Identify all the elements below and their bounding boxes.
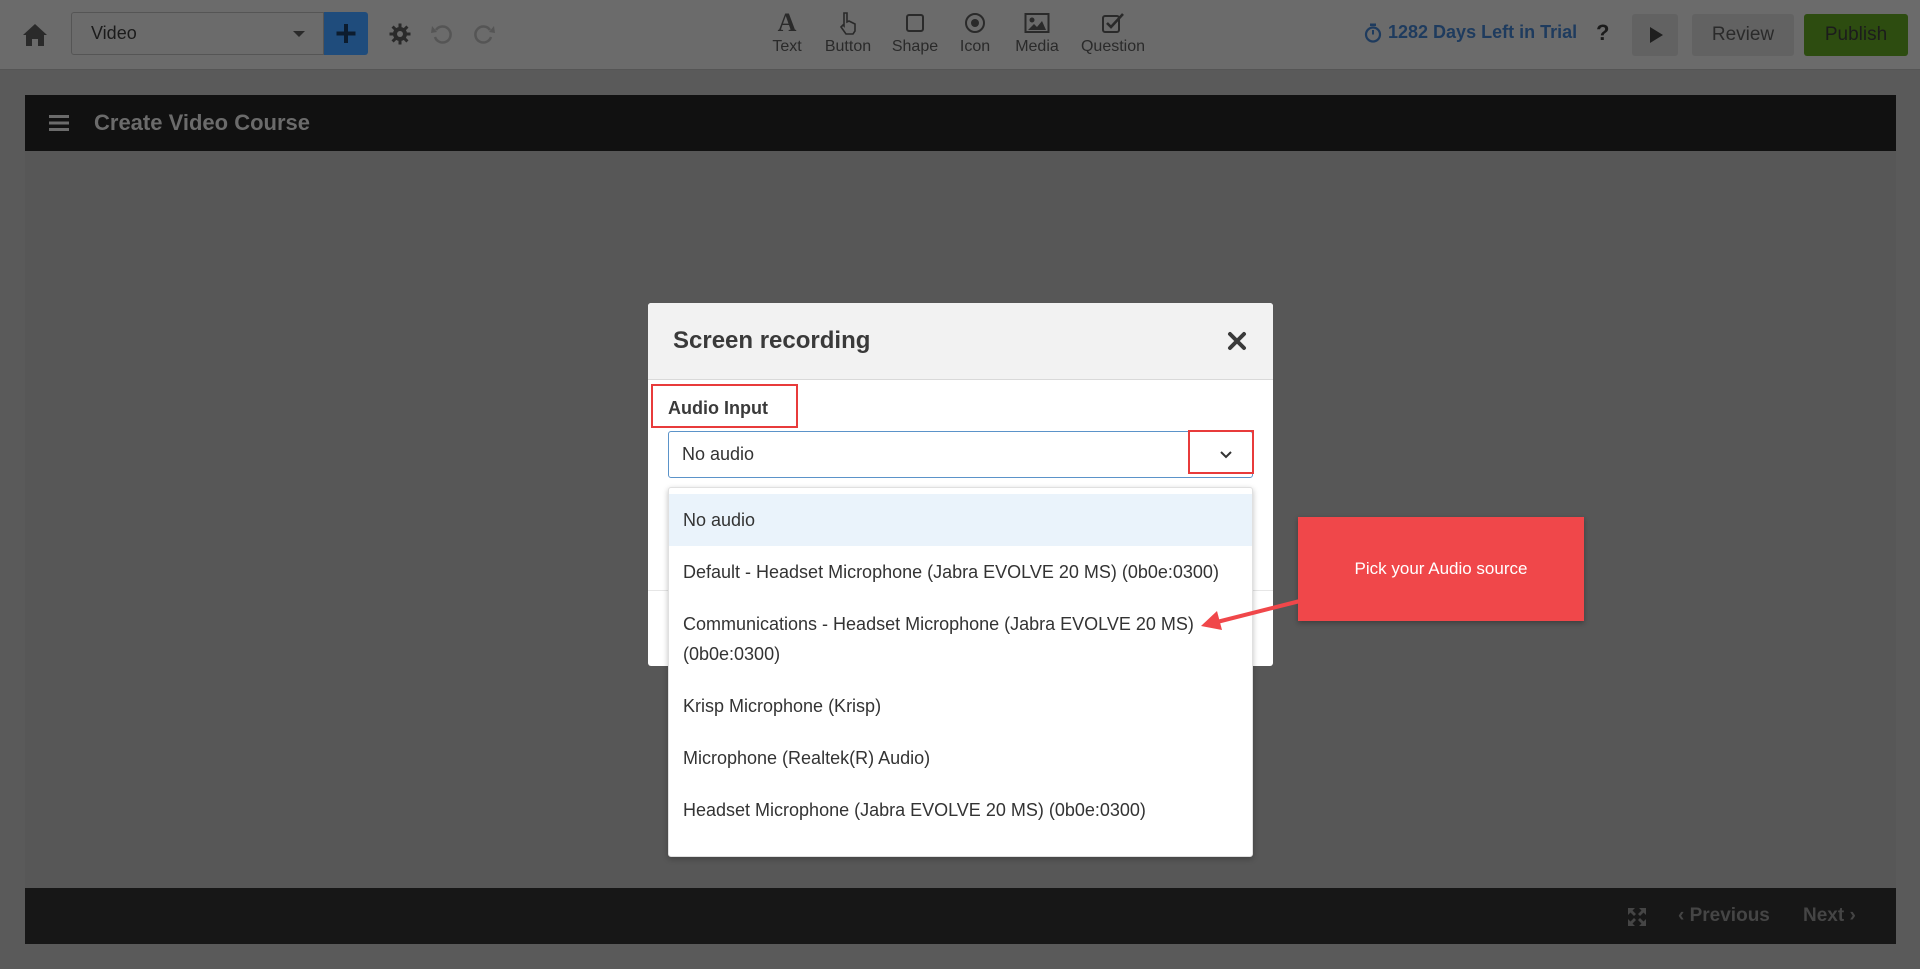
tool-text[interactable]: A Text	[770, 8, 804, 56]
add-slide-button[interactable]	[324, 12, 368, 55]
text-icon: A	[777, 8, 797, 37]
tool-button[interactable]: Button	[818, 8, 878, 56]
previous-label: Previous	[1689, 905, 1770, 926]
chevron-down-icon	[293, 31, 305, 37]
gear-icon[interactable]	[388, 22, 412, 46]
dialog-title: Screen recording	[673, 327, 871, 354]
trial-status[interactable]: 1282 Days Left in Trial	[1364, 22, 1577, 43]
tool-icon[interactable]: Icon	[956, 8, 994, 56]
audio-option[interactable]: Communications - Headset Microphone (Jab…	[669, 598, 1252, 680]
callout-arrow	[1201, 599, 1301, 630]
redo-icon[interactable]	[472, 22, 496, 46]
stopwatch-icon	[1364, 23, 1382, 43]
trial-text: 1282 Days Left in Trial	[1388, 22, 1578, 42]
chevron-right-icon: ›	[1844, 905, 1856, 926]
square-icon	[906, 14, 924, 32]
tool-media[interactable]: Media	[1012, 8, 1062, 56]
undo-icon[interactable]	[430, 22, 454, 46]
next-button[interactable]: Next ›	[1803, 888, 1856, 944]
image-icon	[1024, 13, 1050, 33]
chevron-left-icon: ‹	[1678, 905, 1690, 926]
hamburger-menu-icon[interactable]	[49, 114, 69, 132]
callout-text: Pick your Audio source	[1354, 559, 1528, 578]
review-button[interactable]: Review	[1692, 14, 1794, 56]
checkbox-icon	[1102, 13, 1124, 33]
pointer-icon	[839, 12, 856, 35]
audio-input-value: No audio	[682, 444, 755, 464]
preview-play-button[interactable]	[1632, 14, 1678, 56]
plus-icon	[336, 24, 356, 43]
top-toolbar: Video A Text Button Shape Icon Media Que…	[0, 0, 1920, 70]
tool-question[interactable]: Question	[1078, 8, 1148, 56]
tool-question-label: Question	[1080, 38, 1146, 55]
tool-shape-label: Shape	[891, 38, 939, 55]
tool-media-label: Media	[1015, 38, 1059, 55]
next-label: Next	[1803, 905, 1845, 926]
canvas-header: Create Video Course	[25, 95, 1896, 151]
audio-option[interactable]: Default - Headset Microphone (Jabra EVOL…	[669, 546, 1252, 598]
publish-button[interactable]: Publish	[1804, 14, 1908, 56]
slide-type-select[interactable]: Video	[71, 12, 324, 55]
fullscreen-icon[interactable]	[1628, 908, 1646, 926]
tool-shape[interactable]: Shape	[890, 8, 940, 56]
slide-type-value: Video	[91, 23, 137, 43]
audio-input-options: No audio Default - Headset Microphone (J…	[668, 487, 1253, 857]
audio-input-select[interactable]: No audio	[668, 431, 1253, 478]
dropdown-toggle-highlight	[1188, 430, 1254, 474]
play-icon	[1650, 27, 1663, 43]
audio-option[interactable]: Krisp Microphone (Krisp)	[669, 680, 1252, 732]
home-icon[interactable]	[20, 20, 50, 50]
dialog-header: Screen recording	[648, 303, 1273, 380]
audio-option[interactable]: Microphone (Realtek(R) Audio)	[669, 732, 1252, 784]
target-icon	[965, 13, 985, 33]
course-title: Create Video Course	[94, 110, 311, 135]
tool-button-label: Button	[824, 38, 872, 55]
audio-option[interactable]: Headset Microphone (Jabra EVOLVE 20 MS) …	[669, 784, 1252, 836]
audio-option[interactable]: No audio	[669, 494, 1252, 546]
tool-text-label: Text	[772, 38, 802, 55]
audio-input-label: Audio Input	[668, 398, 768, 418]
tool-icon-label: Icon	[959, 38, 991, 55]
annotation-callout: Pick your Audio source	[1298, 517, 1584, 621]
previous-button[interactable]: ‹ Previous	[1678, 888, 1770, 944]
canvas-footer: ‹ Previous Next ›	[25, 888, 1896, 944]
close-icon[interactable]	[1227, 331, 1247, 351]
help-icon[interactable]: ?	[1596, 20, 1609, 46]
